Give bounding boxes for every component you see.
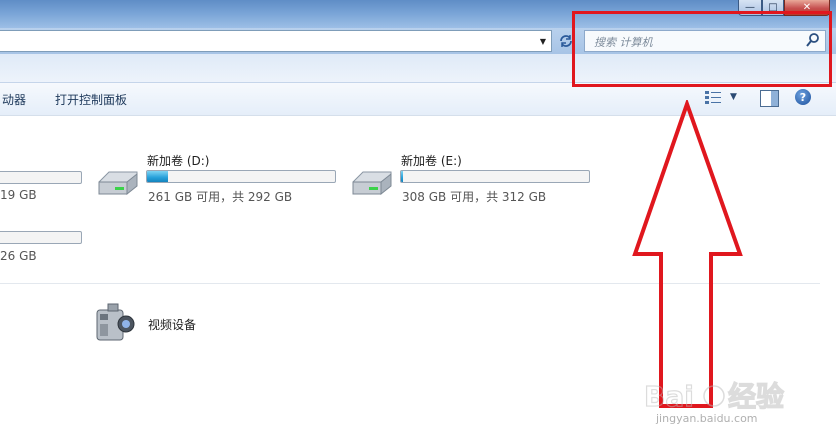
highlight-box bbox=[572, 11, 832, 87]
drive-c-info: 19 GB bbox=[0, 188, 37, 202]
address-bar[interactable]: ▼ bbox=[0, 30, 552, 52]
drive-c-usage-bar bbox=[0, 171, 82, 184]
drive-d-info: 261 GB 可用，共 292 GB bbox=[148, 190, 293, 204]
drive-d-name[interactable]: 新加卷 (D:) bbox=[147, 152, 209, 169]
usage-fill bbox=[401, 171, 403, 182]
preview-pane-icon[interactable] bbox=[760, 90, 779, 107]
drive-partial-usage-bar bbox=[0, 231, 82, 244]
hard-drive-icon[interactable] bbox=[95, 168, 141, 198]
video-camera-icon[interactable] bbox=[94, 302, 136, 346]
svg-text:Bai: Bai bbox=[644, 380, 694, 413]
drive-e-usage-bar bbox=[400, 170, 590, 183]
drive-e-info: 308 GB 可用，共 312 GB bbox=[402, 190, 547, 204]
drive-partial-info: 26 GB bbox=[0, 249, 37, 263]
baidu-logo-icon: Bai 经验 bbox=[643, 379, 784, 413]
svg-text:经验: 经验 bbox=[728, 380, 784, 413]
help-icon[interactable]: ? bbox=[795, 89, 811, 105]
watermark-url: jingyan.baidu.com bbox=[656, 412, 758, 425]
drive-e-name[interactable]: 新加卷 (E:) bbox=[401, 152, 462, 169]
hard-drive-icon[interactable] bbox=[349, 168, 395, 198]
partial-command-item[interactable]: 动器 bbox=[2, 91, 26, 108]
drive-d-usage-bar bbox=[146, 170, 336, 183]
open-control-panel-button[interactable]: 打开控制面板 bbox=[55, 91, 127, 108]
usage-fill bbox=[147, 171, 168, 182]
video-device-label[interactable]: 视频设备 bbox=[148, 316, 196, 333]
red-arrow-icon bbox=[632, 100, 743, 408]
chevron-down-icon[interactable]: ▼ bbox=[535, 31, 551, 51]
